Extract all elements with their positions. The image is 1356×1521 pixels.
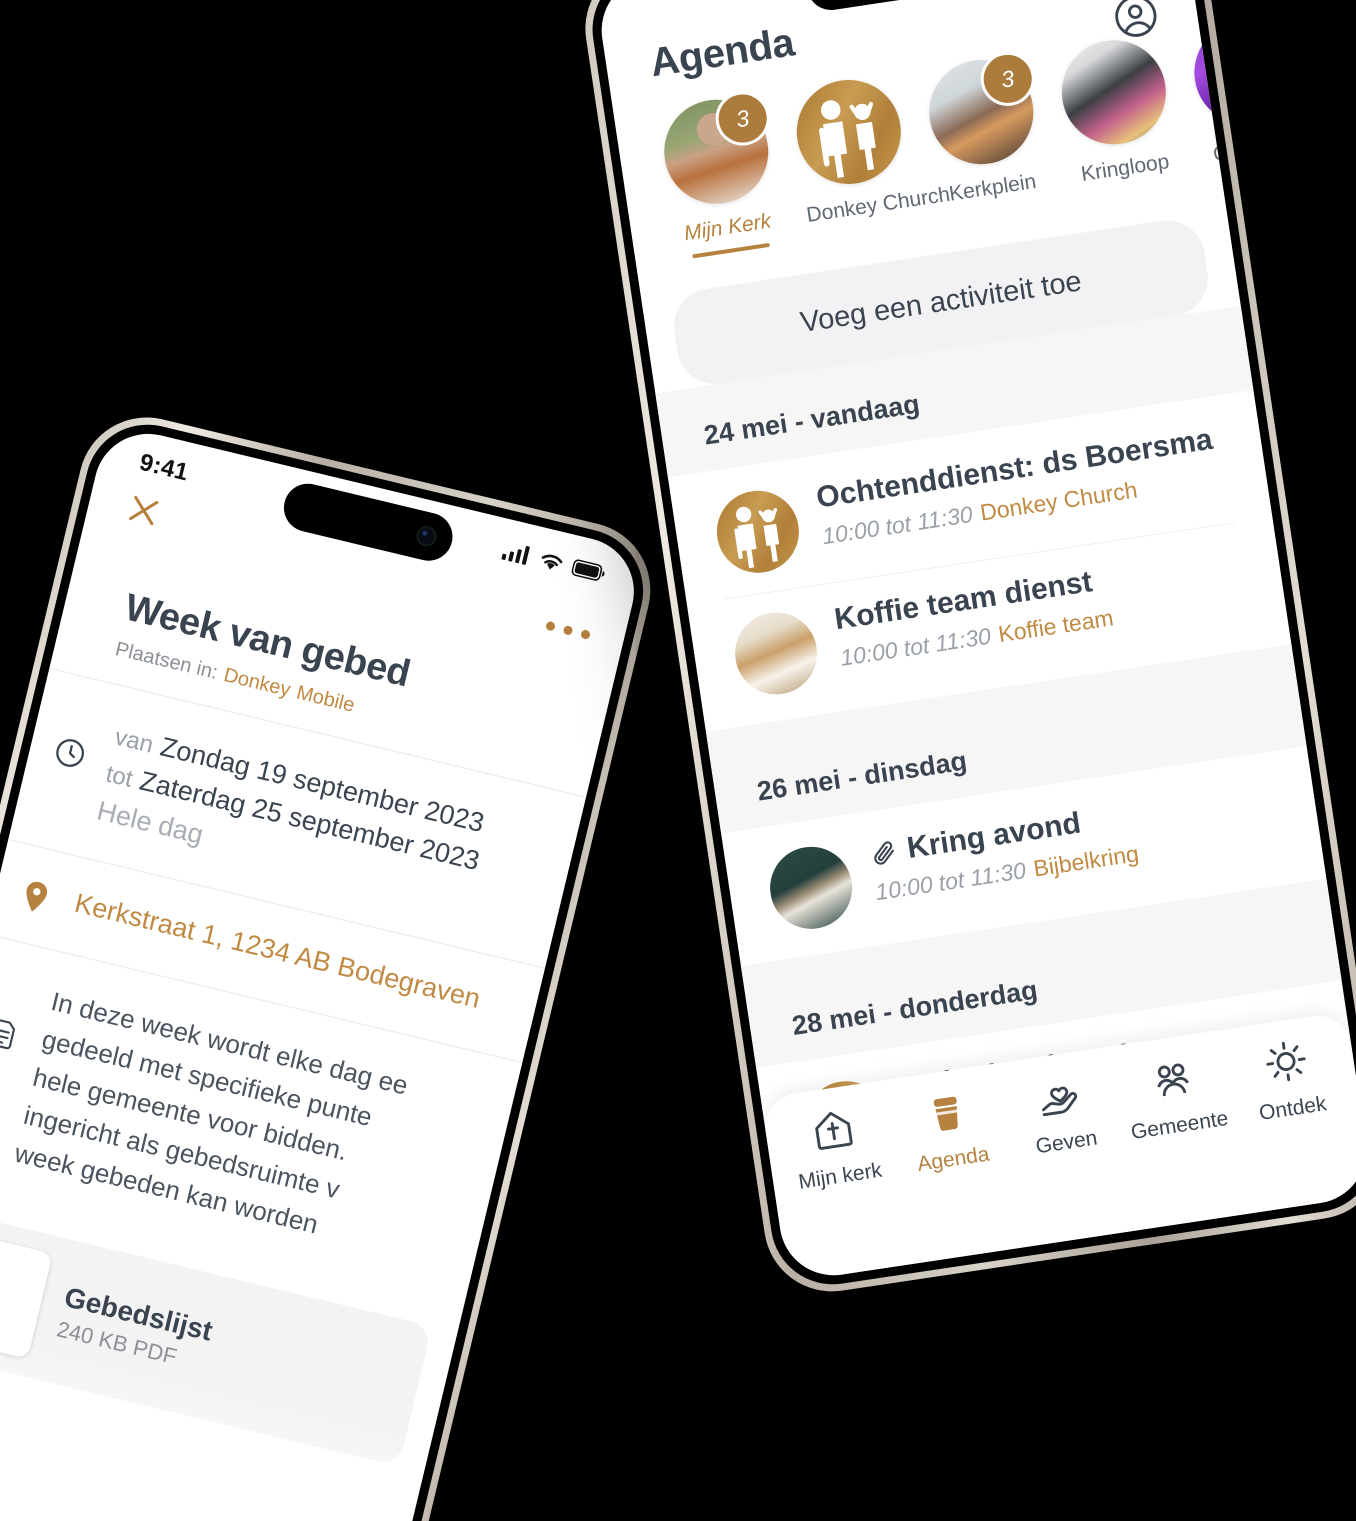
phone-right-screen: Agenda 3 Mijn Kerk Donkey Church 3 Kerkplein… <box>594 0 1356 1283</box>
nav-label: Ontdek <box>1257 1092 1328 1125</box>
phone-right-bezel: Agenda 3 Mijn Kerk Donkey Church 3 Kerkplein… <box>584 0 1356 1293</box>
church-label: Kerkplein <box>947 169 1038 206</box>
event-group: Koffie team <box>996 604 1116 648</box>
photo-bible-book <box>764 841 858 935</box>
church-label: Kringloop <box>1079 150 1171 186</box>
placed-in-mobile[interactable]: Mobile <box>294 682 356 717</box>
sheet-music-thumbnail <box>0 1232 53 1359</box>
photo-clothing-rack <box>1054 33 1173 152</box>
donkey-church-logo-icon <box>789 72 908 192</box>
event-avatar <box>711 485 805 579</box>
nav-label: Gemeente <box>1129 1106 1230 1145</box>
hand-heart-icon <box>1003 1065 1117 1131</box>
signal-bars-icon <box>501 545 530 565</box>
map-pin-icon <box>14 874 57 917</box>
nav-item-gemeente[interactable]: Gemeente <box>1116 1048 1235 1146</box>
church-item-kringloop[interactable]: Kringloop <box>1053 33 1183 201</box>
wifi-icon <box>541 554 563 570</box>
church-item-geluid-en[interactable]: Geluid en <box>1185 13 1223 181</box>
event-texts: Kring avond 10:00 tot 11:30 Bijbelkring <box>867 799 1141 907</box>
phone-left-bezel: 9:41 Week van gebed Plaatsen in:DonkeyMo… <box>0 411 656 1521</box>
church-avatar <box>789 72 908 192</box>
coffee-cup-icon <box>890 1082 1004 1148</box>
nav-label: Geven <box>1034 1126 1099 1159</box>
nav-item-ontdek[interactable]: Ontdek <box>1229 1031 1348 1129</box>
event-avatar <box>729 606 823 701</box>
donkey-church-logo-icon <box>711 485 805 579</box>
event-texts: Koffie team dienst 10:00 tot 11:30 Koffie … <box>832 563 1115 672</box>
church-avatar <box>1054 33 1173 152</box>
clock-icon <box>49 703 99 774</box>
church-item-donkey-church[interactable]: Donkey Church <box>788 72 952 241</box>
church-label: Geluid en <box>1211 130 1223 167</box>
nav-label: Mijn kerk <box>796 1158 884 1194</box>
to-label: tot <box>103 760 136 794</box>
phone-right-device: Agenda 3 Mijn Kerk Donkey Church 3 Kerkplein… <box>576 0 1356 1301</box>
phone-left-screen: 9:41 Week van gebed Plaatsen in:DonkeyMo… <box>0 422 646 1521</box>
church-home-icon <box>776 1098 890 1164</box>
church-avatar <box>1187 13 1223 132</box>
nav-label: Agenda <box>915 1142 991 1177</box>
active-underline <box>692 242 770 259</box>
attachment-paperclip-icon <box>874 841 894 865</box>
battery-icon <box>571 558 605 581</box>
church-item-mijn-kerk[interactable]: 3 Mijn Kerk <box>655 87 785 260</box>
add-activity-label: Voeg een activiteit toe <box>798 264 1084 339</box>
from-label: van <box>112 723 156 759</box>
screenshot-stage: 9:41 Week van gebed Plaatsen in:DonkeyMo… <box>0 0 1356 1521</box>
attachment-info: Gebedslijst 240 KB PDF <box>54 1281 216 1377</box>
phone-left-device: 9:41 Week van gebed Plaatsen in:DonkeyMo… <box>0 403 665 1521</box>
document-text-icon <box>0 969 35 1055</box>
photo-coffee-cups <box>729 606 823 701</box>
event-group: Bijbelkring <box>1031 840 1141 882</box>
more-options-icon[interactable] <box>545 620 591 640</box>
photo-audio-mixer <box>1187 13 1223 132</box>
event-avatar <box>764 841 858 935</box>
church-label: Donkey Church <box>805 182 952 227</box>
description-text: In deze week wordt elke dag ee gedeeld m… <box>11 982 412 1257</box>
church-item-kerkplein[interactable]: 3 Kerkplein <box>920 48 1050 221</box>
placed-in-donkey[interactable]: Donkey <box>222 664 293 701</box>
close-icon[interactable] <box>123 490 164 531</box>
nav-item-geven[interactable]: Geven <box>1003 1065 1122 1163</box>
front-camera-lens <box>414 524 439 549</box>
nav-item-agenda[interactable]: Agenda <box>890 1082 1009 1180</box>
people-group-icon <box>1116 1048 1230 1114</box>
sun-icon <box>1229 1031 1343 1097</box>
church-label: Mijn Kerk <box>682 209 773 246</box>
nav-item-mijn-kerk[interactable]: Mijn kerk <box>776 1098 895 1196</box>
